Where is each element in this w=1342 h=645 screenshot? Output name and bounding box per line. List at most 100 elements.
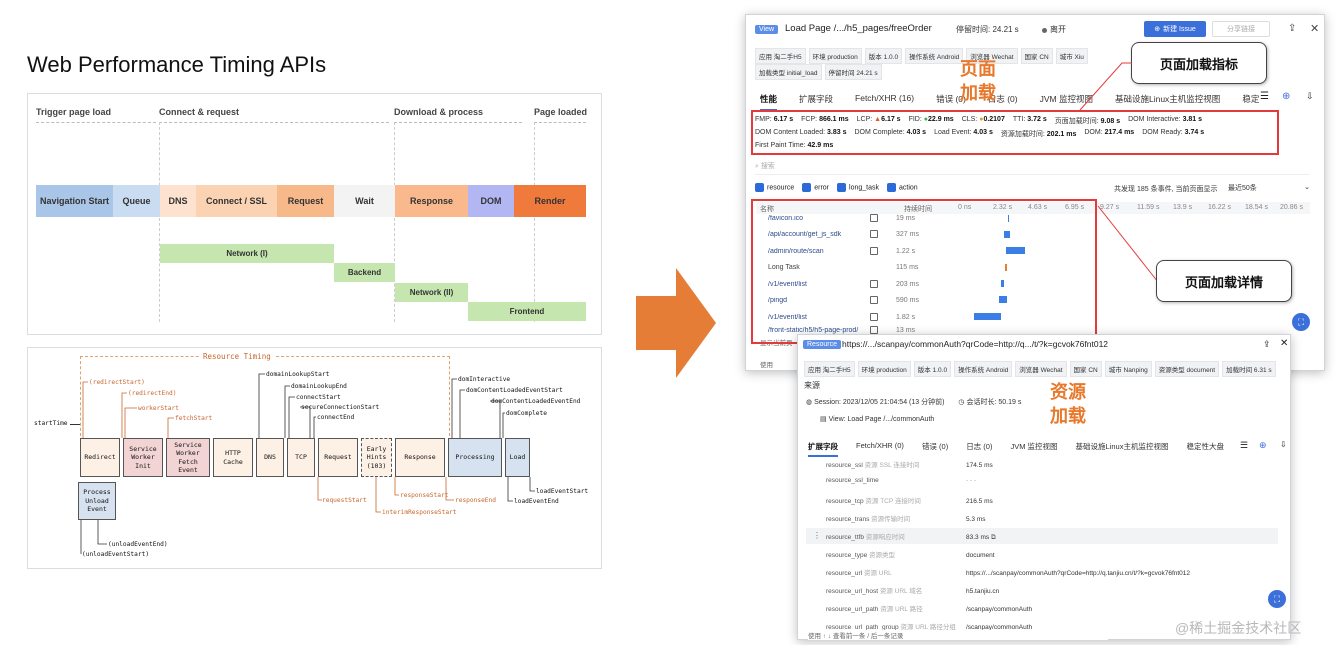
view-badge: View bbox=[755, 25, 779, 34]
tag-row-2: 加载类型 initial_load 停留时间 24.21 s bbox=[755, 64, 885, 80]
limit-select[interactable]: 最近50条 ⌄ bbox=[1228, 183, 1310, 193]
search-input[interactable]: ⌕ 搜索 bbox=[755, 161, 1310, 175]
resource-url: https://.../scanpay/commonAuth?qrCode=ht… bbox=[842, 339, 1109, 349]
session-text: Session: 2023/12/05 21:04:54 (13 分钟前) bbox=[814, 399, 945, 406]
tick-label: 20.86 s bbox=[1280, 204, 1303, 211]
kv-desc: 资源 SSL 连接时间 bbox=[864, 462, 920, 469]
collapse-icon[interactable]: ⇩ bbox=[1306, 91, 1314, 102]
kv-row: resource_ssl_time - - - bbox=[826, 477, 976, 484]
tab-jvm[interactable]: JVM 监控视图 bbox=[1010, 441, 1057, 457]
window-tabs: 性能 扩展字段 Fetch/XHR (16) 错误 (0) 日志 (0) JVM… bbox=[760, 93, 1259, 111]
new-issue-button[interactable]: ⊕ 新建 Issue bbox=[1144, 21, 1206, 37]
stay-time: 停留时间: 24.21 s bbox=[956, 25, 1019, 34]
tab-performance[interactable]: 性能 bbox=[760, 93, 778, 111]
kv-key: resource_url_path bbox=[826, 606, 879, 613]
tag: 环境 production bbox=[857, 361, 911, 377]
view-text: View: Load Page /.../commonAuth bbox=[828, 416, 935, 423]
tag: 操作系统 Android bbox=[905, 48, 964, 64]
kv-key: resource_trans bbox=[826, 516, 870, 523]
label-load: 加载 bbox=[960, 83, 996, 103]
view-line[interactable]: ▤ View: Load Page /.../commonAuth bbox=[820, 415, 934, 423]
session-duration: ◷ 会话时长: 50.19 s bbox=[958, 397, 1021, 407]
tab-stability[interactable]: 稳定性大盘 bbox=[1186, 441, 1224, 457]
globe-icon: ◍ bbox=[806, 399, 813, 406]
limit-value: 最近50条 bbox=[1228, 185, 1257, 192]
tab-errors[interactable]: 错误 (0) bbox=[922, 441, 948, 457]
right-arrow-icon bbox=[636, 268, 716, 378]
label-page: 页面 bbox=[960, 59, 996, 79]
export-icon[interactable]: ⇪ bbox=[1263, 339, 1271, 350]
share-button[interactable]: 分享链接 bbox=[1212, 21, 1270, 37]
tab-extended-fields[interactable]: 扩展字段 bbox=[808, 441, 838, 457]
callout-connectors bbox=[1079, 62, 1159, 283]
tag: 浏览器 Wechat bbox=[1015, 361, 1067, 377]
session-info: ◍ Session: 2023/12/05 21:04:54 (13 分钟前) bbox=[806, 397, 944, 407]
filter-action[interactable]: action bbox=[886, 183, 918, 192]
kv-value: 174.5 ms bbox=[966, 462, 993, 469]
filter-long-task[interactable]: long_task bbox=[837, 183, 879, 192]
new-issue-label: 新建 Issue bbox=[1163, 26, 1196, 33]
filter-label: long_task bbox=[849, 184, 879, 192]
scan-icon[interactable]: ⛶ bbox=[1292, 313, 1310, 331]
metrics-highlight bbox=[751, 110, 1279, 155]
checkbox-icon bbox=[837, 183, 847, 192]
menu-icon[interactable]: ☰ bbox=[1260, 91, 1269, 102]
add-icon[interactable]: ⊕ bbox=[1259, 440, 1267, 451]
tab-fetch-xhr[interactable]: Fetch/XHR (0) bbox=[856, 441, 904, 457]
filter-label: action bbox=[898, 184, 918, 192]
filter-row: resource error long_task action bbox=[755, 183, 918, 192]
filter-error[interactable]: error bbox=[802, 183, 829, 192]
status-dot bbox=[1042, 28, 1047, 33]
kv-desc: 资源 URL bbox=[863, 570, 892, 577]
kv-row: resource_tcp 资源 TCP 连接时间 216.5 ms bbox=[826, 495, 993, 505]
tick-label: 16.22 s bbox=[1208, 204, 1231, 211]
export-icon[interactable]: ⇪ bbox=[1288, 23, 1296, 34]
tag: 加载时间 6.31 s bbox=[1222, 361, 1276, 377]
close-icon[interactable]: ✕ bbox=[1310, 22, 1319, 35]
copy-icon[interactable]: ⧉ bbox=[991, 534, 996, 541]
kv-desc: 资源类型 bbox=[869, 552, 896, 559]
resource-connectors bbox=[80, 373, 535, 554]
kv-row: resource_type 资源类型 document bbox=[826, 549, 995, 559]
footer-use: 使用 bbox=[760, 362, 773, 369]
status-text: 离开 bbox=[1050, 25, 1066, 34]
tab-infra[interactable]: 基础设施Linux主机监控视图 bbox=[1076, 441, 1169, 457]
tick-label: 18.54 s bbox=[1245, 204, 1268, 211]
tab-fetch-xhr[interactable]: Fetch/XHR (16) bbox=[855, 93, 914, 111]
tag: 加载类型 initial_load bbox=[755, 64, 822, 80]
kv-key: resource_ttfb bbox=[826, 534, 864, 541]
close-icon[interactable]: ✕ bbox=[1280, 338, 1288, 349]
add-icon[interactable]: ⊕ bbox=[1282, 91, 1290, 102]
session-line: ◍ Session: 2023/12/05 21:04:54 (13 分钟前) … bbox=[806, 397, 1021, 407]
tag: 城市 Nanping bbox=[1104, 361, 1152, 377]
kv-value: /scanpay/commonAuth bbox=[966, 606, 1033, 613]
kv-desc: 资源传输时间 bbox=[871, 516, 911, 523]
tag: 国家 CN bbox=[1069, 361, 1102, 377]
kv-key: resource_url_host bbox=[826, 588, 879, 595]
tag: 应用 淘二手H5 bbox=[804, 361, 855, 377]
scan-icon[interactable]: ⛶ bbox=[1268, 590, 1286, 608]
search-placeholder: 搜索 bbox=[760, 163, 775, 170]
menu-icon[interactable]: ☰ bbox=[1240, 440, 1248, 451]
more-icon[interactable]: ⋮ bbox=[813, 531, 821, 540]
kv-row: resource_ttfb 资源响应时间 83.3 ms ⧉ bbox=[826, 531, 996, 542]
resource-tag-row: 应用 淘二手H5 环境 production 版本 1.0.0 操作系统 Androi… bbox=[804, 361, 1279, 377]
kv-value: - - - bbox=[966, 477, 977, 484]
kv-row: resource_url_path 资源 URL 路径/scanpay/comm… bbox=[826, 603, 1032, 613]
checkbox-icon bbox=[802, 183, 812, 192]
window-title: Load Page /.../h5_pages/freeOrder bbox=[785, 23, 932, 34]
kv-key: resource_tcp bbox=[826, 498, 864, 505]
tab-extended-fields[interactable]: 扩展字段 bbox=[799, 93, 833, 111]
tag: 环境 production bbox=[808, 48, 862, 64]
resource-tabs: 扩展字段 Fetch/XHR (0) 错误 (0) 日志 (0) JVM 监控视… bbox=[808, 441, 1224, 457]
kv-row: resource_trans 资源传输时间 5.3 ms bbox=[826, 513, 986, 523]
kv-desc: 资源 URL 路径 bbox=[880, 606, 923, 613]
kv-key: resource_type bbox=[826, 552, 868, 559]
tab-stability[interactable]: 稳定 bbox=[1242, 93, 1259, 111]
label-resource: 资源 bbox=[1050, 382, 1086, 402]
kv-desc: 资源 TCP 连接时间 bbox=[865, 498, 921, 505]
tab-logs[interactable]: 日志 (0) bbox=[966, 441, 992, 457]
page-icon: ▤ bbox=[820, 416, 827, 423]
collapse-icon[interactable]: ⇩ bbox=[1280, 440, 1287, 449]
filter-resource[interactable]: resource bbox=[755, 183, 794, 192]
